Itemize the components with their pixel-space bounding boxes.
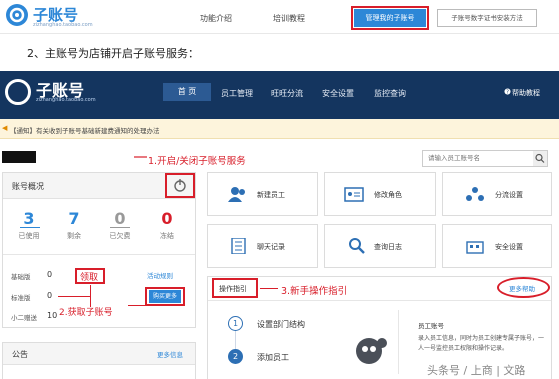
svg-text:?: ?	[506, 90, 509, 95]
watermark-text: 头条号 / 上商 | 文路	[425, 362, 528, 378]
more-help-link[interactable]: 更多帮助	[509, 283, 535, 293]
stat-arrears-label: 已欠费	[109, 232, 131, 240]
tile-new-staff-label: 新建员工	[257, 191, 285, 199]
distribution-icon	[465, 186, 485, 202]
topnav-certificate-guide[interactable]: 子账号数字证书安装方法	[437, 9, 537, 27]
overview-title: 账号概况	[12, 182, 44, 191]
annotation-step3: 3.新手操作指引	[281, 286, 348, 297]
quota-standard-label: 标准版	[11, 294, 31, 302]
divider	[398, 310, 399, 374]
speaker-icon: ◀	[2, 124, 8, 132]
annotation-step1: 1.开启/关闭子账号服务	[148, 156, 246, 167]
activity-rule-link[interactable]: 活动规则	[147, 270, 173, 280]
staff-search-input[interactable]	[422, 150, 548, 167]
stat-remaining-label: 剩余	[67, 232, 81, 240]
tile-distribution-label: 分流设置	[495, 191, 523, 199]
step-1-circle: 1	[228, 316, 243, 331]
chat-log-icon	[229, 237, 249, 255]
search-log-icon	[347, 238, 367, 254]
banner-logo-icon	[5, 79, 31, 105]
step-2-circle: 2	[228, 349, 243, 364]
topnav-tutorials[interactable]: 培训教程	[273, 13, 305, 24]
tile-search-log-label: 查询日志	[374, 243, 402, 251]
arrow-icon	[260, 288, 278, 289]
stat-used-label: 已使用	[18, 232, 40, 240]
stat-used-value: 3	[23, 209, 35, 228]
arrow-icon	[128, 305, 146, 306]
add-user-icon	[227, 186, 247, 202]
redacted-account-name	[2, 151, 36, 163]
logo-icon	[6, 4, 28, 26]
quota-basic-label: 基础版	[11, 273, 31, 281]
bnav-security-settings[interactable]: 安全设置	[322, 88, 354, 99]
help-tutorial-link[interactable]: 帮助教程	[512, 88, 540, 98]
annotation-get: 领取	[80, 273, 99, 283]
edit-role-icon	[344, 186, 364, 202]
topnav-manage-subaccounts[interactable]: 管理我的子账号	[351, 6, 429, 30]
arrow-icon	[130, 153, 148, 173]
announcement-more-link[interactable]: 更多信息	[157, 349, 183, 359]
annotation-step2: 2.获取子账号	[59, 308, 113, 318]
stat-underline	[20, 227, 40, 228]
guide-info-text: 录入员工信息，同时为员工创建专属子账号，一人一号监控员工权限和操作记录。	[418, 335, 545, 352]
mascot-icon	[354, 333, 388, 369]
divider	[3, 254, 195, 255]
guide-tab[interactable]: 操作指引	[219, 284, 247, 294]
stat-frozen-value: 0	[161, 209, 173, 228]
arrow-icon	[90, 285, 91, 307]
search-button[interactable]	[533, 151, 547, 166]
quota-gift-value: 10	[47, 311, 58, 320]
stat-frozen-label: 冻结	[160, 232, 174, 240]
banner-subtitle: zizhanghao.taobao.com	[36, 97, 96, 103]
tile-edit-role-label: 修改角色	[374, 191, 402, 199]
buy-more-button[interactable]: 购买更多	[149, 290, 181, 303]
step-1-label[interactable]: 设置部门结构	[257, 319, 305, 330]
staff-search-field[interactable]	[423, 151, 523, 165]
quota-standard-value: 0	[47, 291, 53, 300]
guide-info-title: 员工账号	[418, 322, 444, 330]
tile-chat-log-label: 聊天记录	[257, 243, 285, 251]
bnav-staff-management[interactable]: 员工管理	[221, 88, 253, 99]
quota-gift-label: 小二赠送	[11, 314, 37, 322]
service-toggle-button[interactable]	[165, 173, 195, 198]
help-icon: ?	[504, 88, 511, 97]
bnav-home[interactable]: 首 页	[163, 83, 211, 101]
tile-security-label: 安全设置	[495, 243, 523, 251]
site-logo-subtitle: zizhanghao.taobao.com	[33, 22, 93, 28]
divider	[208, 300, 551, 301]
notice-link[interactable]: 【通知】有关收到子账号基础新建费通知的处理办法	[10, 125, 160, 135]
arrow-icon	[58, 296, 90, 297]
stat-arrears-value: 0	[114, 209, 126, 228]
announcement-title: 公告	[12, 350, 28, 359]
quota-basic-value: 0	[47, 270, 53, 279]
stat-remaining-value: 7	[68, 209, 80, 228]
security-icon	[465, 238, 485, 254]
bnav-monitoring[interactable]: 监控查询	[374, 88, 406, 99]
step-2-label[interactable]: 添加员工	[257, 352, 289, 363]
stat-underline	[110, 227, 130, 228]
bnav-wangwang-distribution[interactable]: 旺旺分流	[271, 88, 303, 99]
instruction-text: 2、主账号为店铺开启子账号服务：	[27, 47, 199, 60]
topnav-features[interactable]: 功能介绍	[200, 13, 232, 24]
